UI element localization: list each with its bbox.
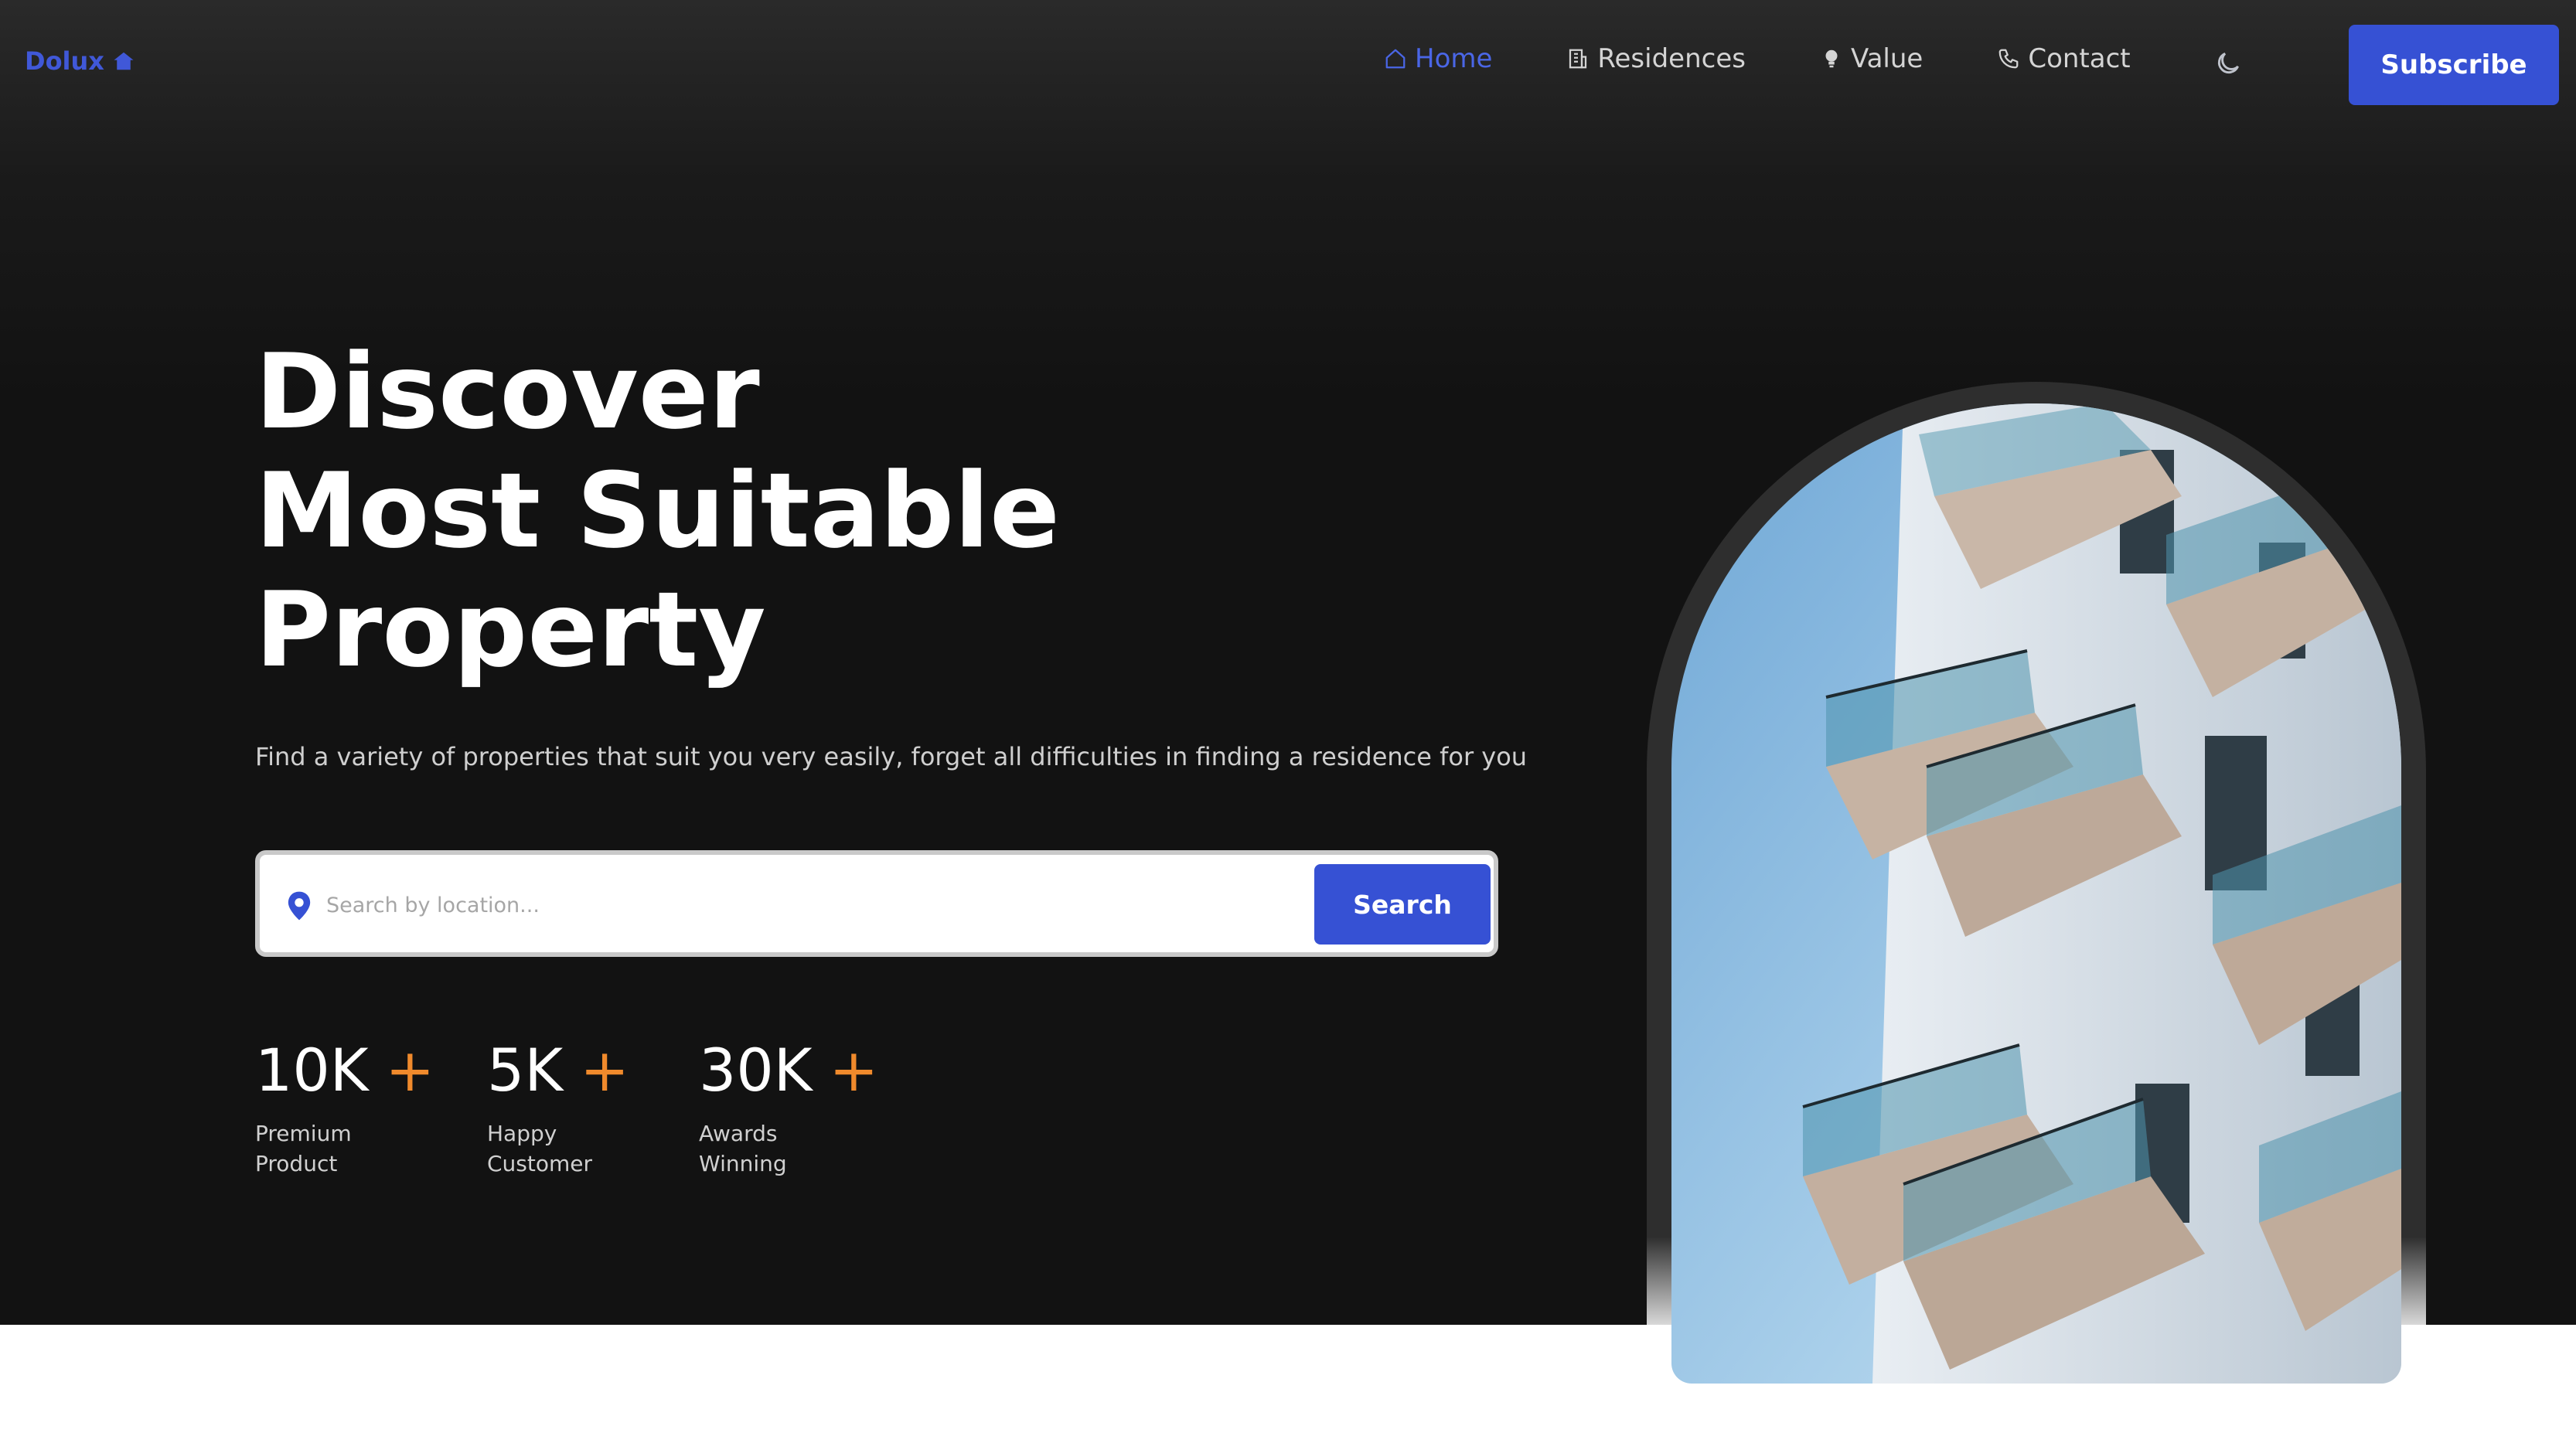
stat-value: 10K — [255, 1036, 369, 1105]
nav-item-label: Home — [1415, 43, 1493, 74]
nav-item-residences[interactable]: Residences — [1566, 43, 1746, 74]
headline-line: Property — [255, 570, 766, 690]
search-button[interactable]: Search — [1314, 864, 1491, 945]
moon-icon — [2217, 53, 2239, 74]
stat-value-row: 30K + — [699, 1036, 878, 1105]
nav-item-label: Value — [1850, 43, 1923, 74]
apartment-building-photo — [1671, 403, 2401, 1384]
location-pin-icon — [288, 891, 311, 921]
nav-item-value[interactable]: Value — [1820, 43, 1923, 74]
subscribe-button[interactable]: Subscribe — [2349, 25, 2559, 105]
stat-value: 5K — [487, 1036, 564, 1105]
search-input[interactable] — [325, 881, 1294, 929]
theme-toggle-button[interactable] — [2213, 46, 2244, 80]
stat-value-row: 5K + — [487, 1036, 629, 1105]
stat-label: Awards Winning — [699, 1121, 787, 1176]
brand-logo[interactable]: Dolux — [25, 46, 135, 76]
search-bar: Search — [255, 850, 1498, 957]
main-nav: Home Residences Value Contact — [1384, 43, 2205, 74]
nav-item-home[interactable]: Home — [1384, 43, 1492, 74]
hero-image — [1671, 403, 2401, 1384]
building-icon — [1569, 49, 1587, 69]
stat-item: 5K + Happy Customer — [487, 1036, 629, 1179]
brand-name: Dolux — [25, 46, 104, 76]
nav-item-label: Residences — [1597, 43, 1746, 74]
stat-plus: + — [829, 1036, 879, 1105]
headline-line: Discover — [255, 332, 760, 452]
stat-plus: + — [580, 1036, 629, 1105]
stat-label: Happy Customer — [487, 1121, 593, 1176]
stat-value-row: 10K + — [255, 1036, 434, 1105]
lightbulb-icon — [1825, 49, 1838, 68]
stat-item: 10K + Premium Product — [255, 1036, 434, 1179]
hero-headline: Discover Most Suitable Property — [255, 332, 1060, 689]
stat-label: Premium Product — [255, 1121, 352, 1176]
stat-item: 30K + Awards Winning — [699, 1036, 878, 1179]
house-icon — [114, 52, 134, 70]
stat-plus: + — [385, 1036, 435, 1105]
nav-item-contact[interactable]: Contact — [1997, 43, 2131, 74]
headline-line: Most Suitable — [255, 451, 1060, 571]
stat-value: 30K — [699, 1036, 813, 1105]
home-icon — [1385, 49, 1406, 69]
nav-item-label: Contact — [2028, 43, 2131, 74]
phone-icon — [1998, 49, 2019, 69]
hero-subtitle: Find a variety of properties that suit y… — [255, 742, 1528, 771]
